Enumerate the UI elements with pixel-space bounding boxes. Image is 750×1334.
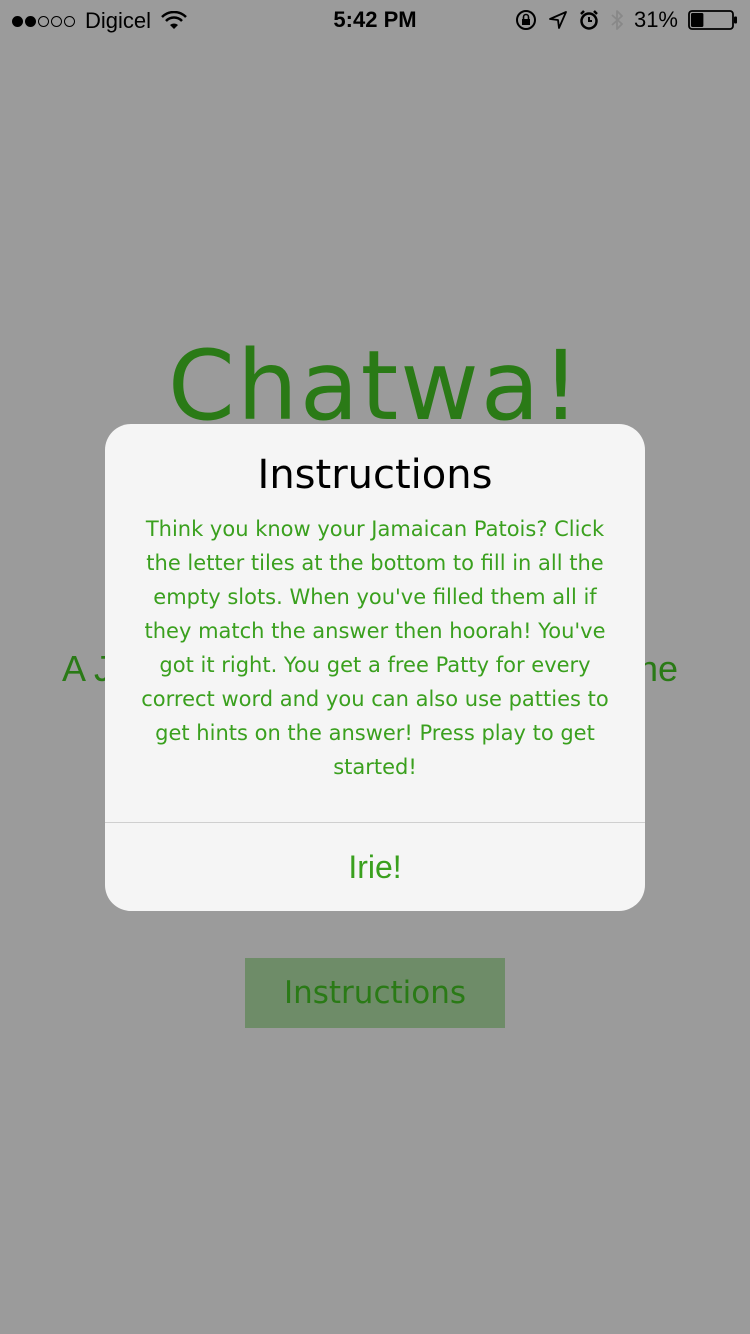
- location-arrow-icon: [549, 11, 567, 29]
- status-bar: Digicel 5:42 PM 31%: [0, 0, 750, 40]
- app-screen: Digicel 5:42 PM 31% Chatwa! A J ne Instr…: [0, 0, 750, 1334]
- irie-button[interactable]: Irie!: [105, 823, 645, 911]
- status-right: 31%: [504, 7, 738, 33]
- alert-message: Think you know your Jamaican Patois? Cli…: [141, 517, 609, 779]
- battery-fill: [691, 13, 704, 27]
- orientation-lock-icon: [515, 10, 536, 30]
- battery-icon: [688, 10, 737, 30]
- alarm-clock-icon: [580, 10, 598, 30]
- alert-title: Instructions: [257, 452, 493, 498]
- instructions-button[interactable]: Instructions: [245, 958, 505, 1028]
- battery-percent: 31%: [633, 7, 678, 32]
- bluetooth-icon: [611, 10, 623, 30]
